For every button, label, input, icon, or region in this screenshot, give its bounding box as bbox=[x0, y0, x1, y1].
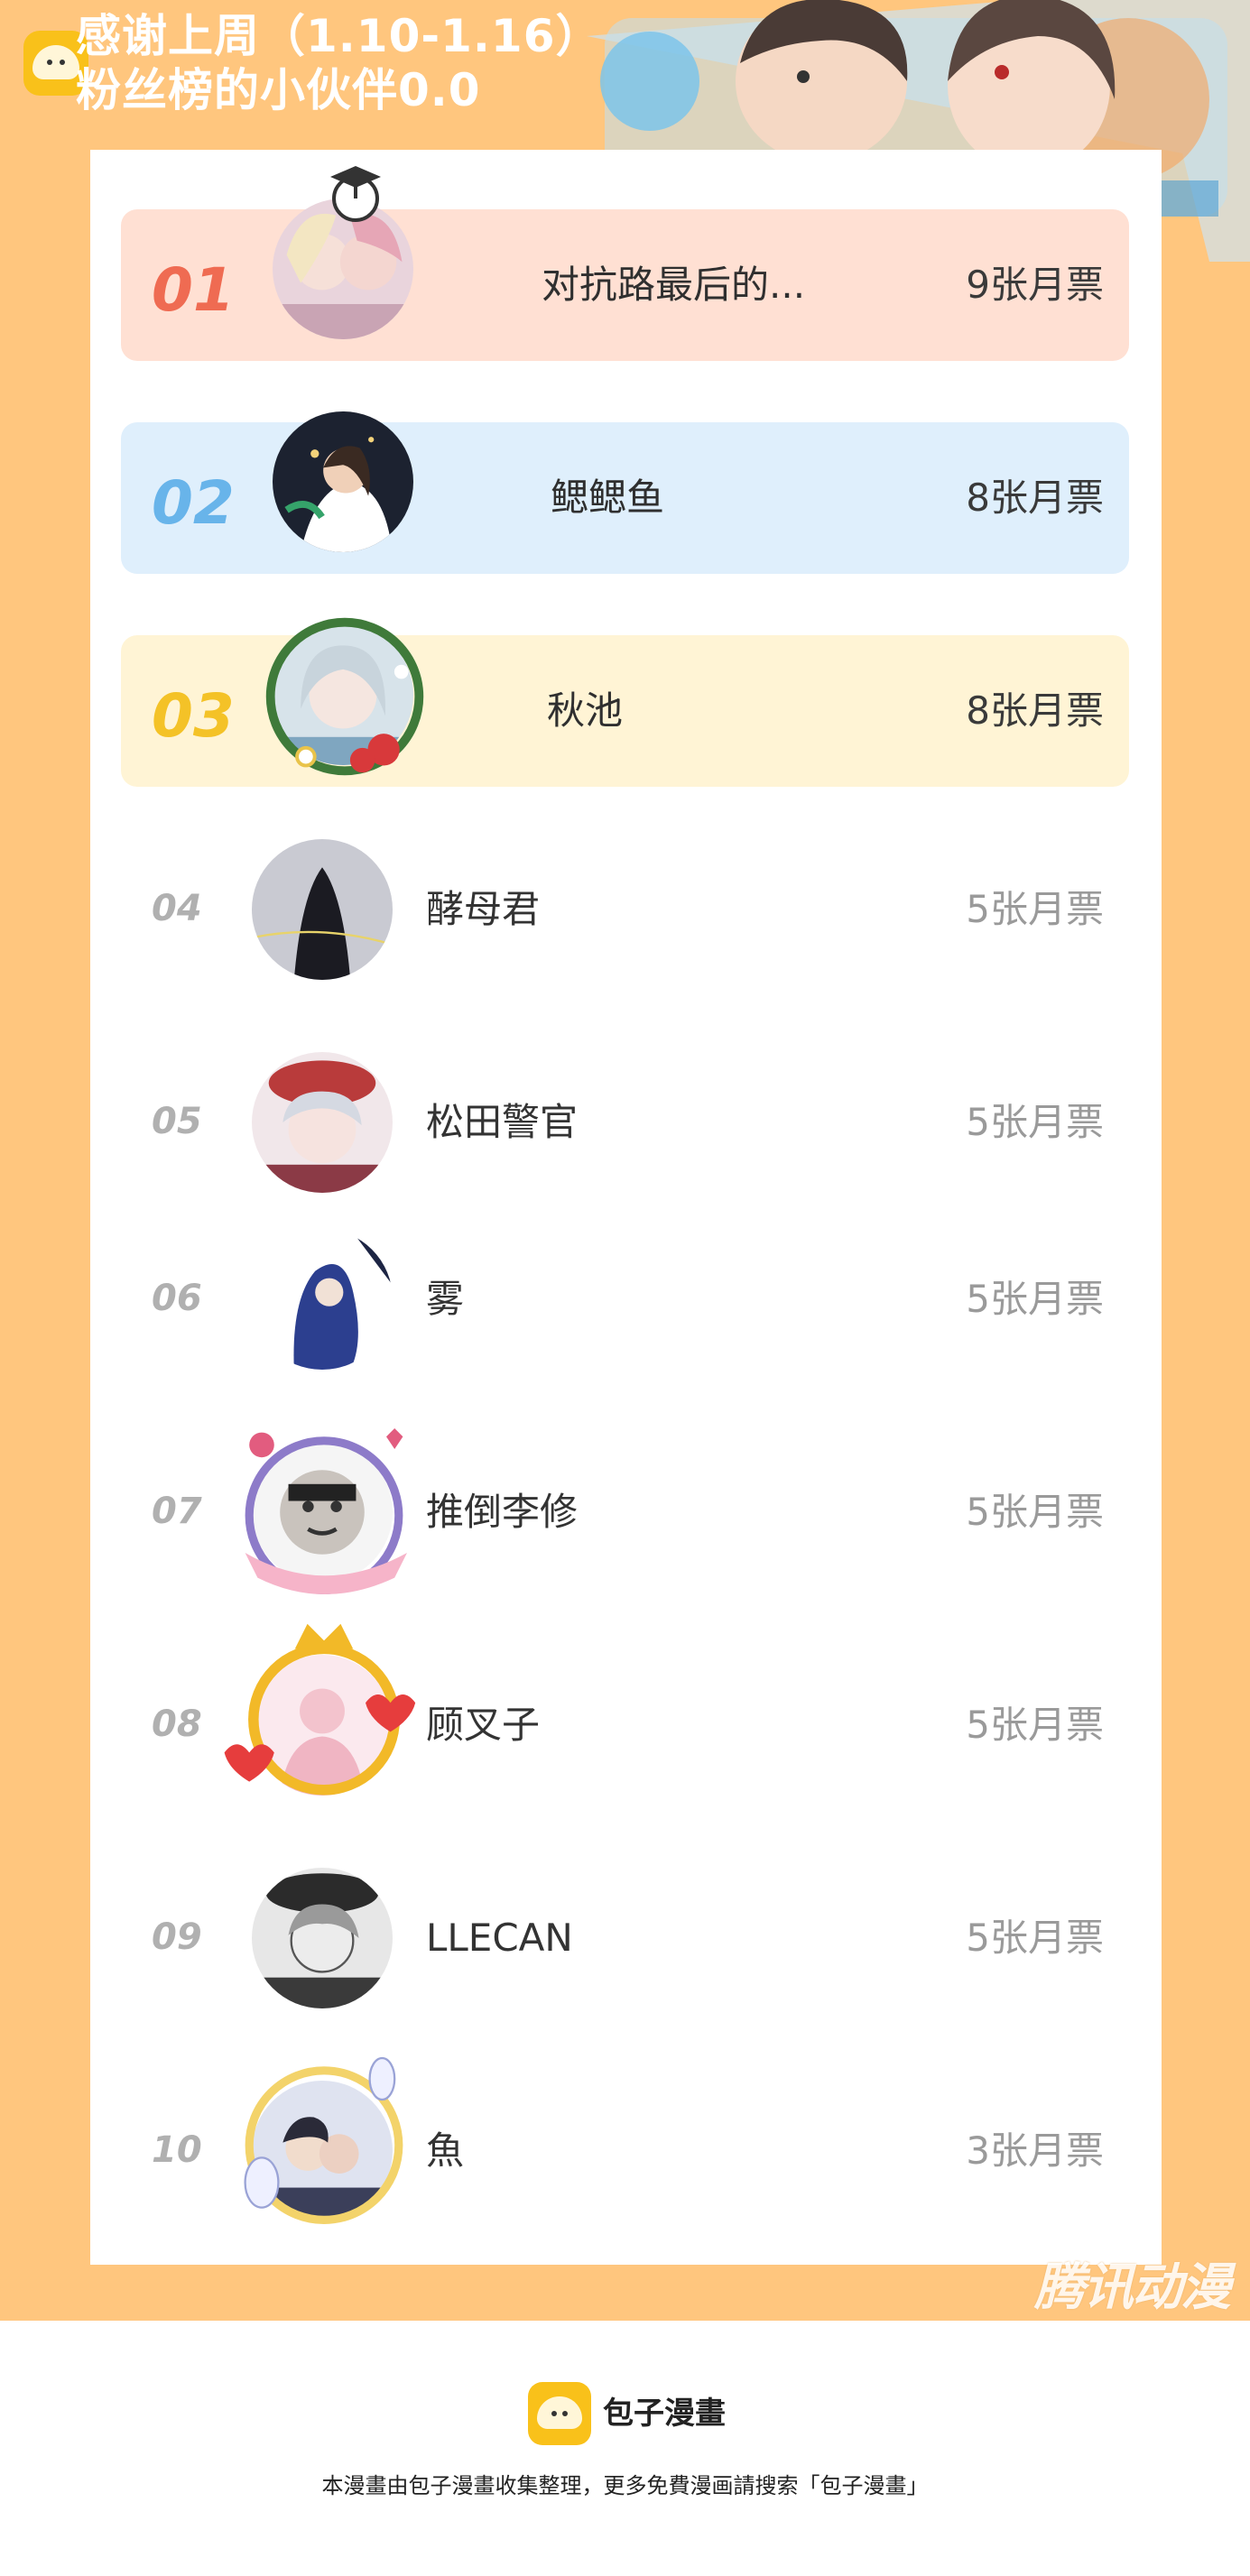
fan-name: 对抗路最后的... bbox=[542, 263, 806, 307]
rank-number: 06 bbox=[152, 1278, 202, 1319]
ranking-item-3[interactable]: 03 秋池 8张月票 bbox=[121, 617, 1129, 787]
vote-count: 5张月票 bbox=[966, 1100, 1104, 1144]
rank-number: 05 bbox=[152, 1101, 202, 1142]
banner-title: 感谢上周（1.10-1.16） 粉丝榜的小伙伴0.0 bbox=[76, 9, 601, 117]
fan-name: 松田警官 bbox=[426, 1100, 579, 1144]
fan-name: 酵母君 bbox=[426, 887, 541, 931]
avatar-couple-icon bbox=[252, 2081, 393, 2221]
footer-note: 本漫畫由包子漫畫收集整理，更多免費漫画請搜索「包子漫畫」 bbox=[321, 2473, 929, 2498]
ranking-item-9[interactable]: 09 LLECAN 5张月票 bbox=[121, 1860, 1129, 2014]
rank-number: 09 bbox=[152, 1916, 202, 1958]
rank-number: 04 bbox=[152, 888, 202, 929]
vote-count: 5张月票 bbox=[966, 887, 1104, 931]
tencent-comic-watermark: 腾讯动漫 bbox=[1034, 2258, 1231, 2317]
fan-name: 秋池 bbox=[547, 688, 624, 733]
avatar-night-figure-icon bbox=[273, 411, 413, 552]
rank-number: 01 bbox=[152, 255, 235, 325]
ranking-item-6[interactable]: 06 雾 5张月票 bbox=[121, 1222, 1129, 1375]
avatar-silver-hair-girl-icon bbox=[273, 624, 413, 765]
avatar-grey-hair-man-icon bbox=[252, 1868, 393, 2008]
vote-count: 8张月票 bbox=[966, 688, 1104, 733]
ranking-item-7[interactable]: 07 推倒李修 5张月票 bbox=[121, 1428, 1129, 1594]
avatar-red-hat-girl-icon bbox=[252, 1052, 393, 1193]
banner-title-line1: 感谢上周（1.10-1.16） bbox=[76, 10, 602, 62]
ranking-item-10[interactable]: 10 魚 3张月票 bbox=[121, 2056, 1129, 2227]
rank-number: 07 bbox=[152, 1491, 202, 1532]
fan-name: 魚 bbox=[426, 2128, 465, 2173]
rank-number: 10 bbox=[152, 2129, 202, 2171]
poster-background: 感谢上周（1.10-1.16） 粉丝榜的小伙伴0.0 01 对抗路最后的... … bbox=[0, 0, 1250, 2321]
avatar-pink-silhouette-icon bbox=[252, 1655, 393, 1796]
vote-count: 5张月票 bbox=[966, 1916, 1104, 1960]
footer-brand: 包子漫畫 bbox=[603, 2396, 726, 2432]
fan-name: 推倒李修 bbox=[426, 1490, 579, 1534]
avatar-blue-hair-figure-icon bbox=[252, 1229, 393, 1370]
avatar-dark-cloaked-figure-icon bbox=[252, 839, 393, 980]
fan-name: LLECAN bbox=[426, 1916, 573, 1960]
vote-count: 8张月票 bbox=[966, 475, 1104, 520]
vote-count: 9张月票 bbox=[966, 263, 1104, 307]
banner-title-line2: 粉丝榜的小伙伴0.0 bbox=[76, 64, 481, 116]
ranking-item-5[interactable]: 05 松田警官 5张月票 bbox=[121, 1045, 1129, 1198]
ranking-item-8[interactable]: 08 顾叉子 5张月票 bbox=[121, 1623, 1129, 1801]
fan-name: 顾叉子 bbox=[426, 1703, 541, 1747]
rank-number: 02 bbox=[152, 468, 235, 538]
ranking-item-2[interactable]: 02 鳃鳃鱼 8张月票 bbox=[121, 411, 1129, 574]
ranking-item-4[interactable]: 04 酵母君 5张月票 bbox=[121, 832, 1129, 985]
fan-name: 鳃鳃鱼 bbox=[551, 475, 665, 520]
ranking-item-1[interactable]: 01 对抗路最后的... 9张月票 bbox=[121, 166, 1129, 361]
avatar-blonde-girls-icon bbox=[273, 199, 413, 339]
vote-count: 5张月票 bbox=[966, 1703, 1104, 1747]
rank-number: 03 bbox=[152, 681, 235, 751]
vote-count: 5张月票 bbox=[966, 1277, 1104, 1321]
ranking-card: 01 对抗路最后的... 9张月票 02 鳃鳃鱼 8张月票 03 秋池 8张月票… bbox=[90, 150, 1162, 2265]
avatar-meme-face-icon bbox=[252, 1442, 393, 1583]
rank-number: 08 bbox=[152, 1703, 202, 1745]
fan-name: 雾 bbox=[426, 1277, 465, 1321]
vote-count: 3张月票 bbox=[966, 2128, 1104, 2173]
vote-count: 5张月票 bbox=[966, 1490, 1104, 1534]
baozi-footer-logo-icon bbox=[528, 2382, 591, 2445]
